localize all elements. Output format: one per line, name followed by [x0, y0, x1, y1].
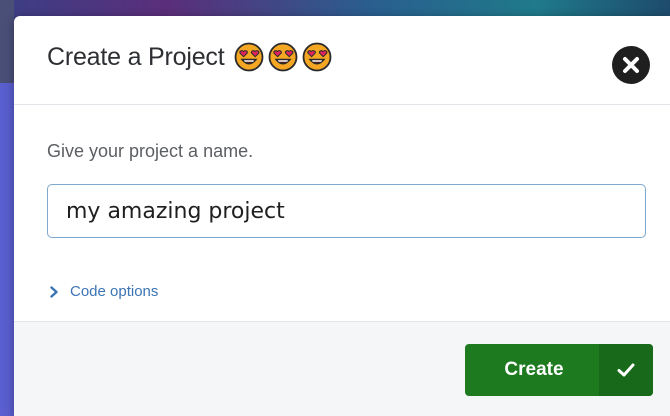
dialog-title: Create a Project: [47, 42, 332, 72]
chevron-right-icon: [50, 285, 58, 298]
project-name-input[interactable]: [47, 184, 646, 238]
create-button-label: Create: [504, 359, 564, 380]
close-icon: [623, 57, 639, 73]
close-button[interactable]: [612, 46, 650, 84]
checkmark-icon: [617, 363, 635, 377]
code-options-toggle[interactable]: Code options: [48, 283, 158, 300]
dialog-body: Give your project a name. Code options: [14, 105, 670, 320]
emoji-group: [234, 42, 332, 72]
project-name-prompt: Give your project a name.: [47, 141, 254, 161]
heart-eyes-emoji-icon: [235, 42, 264, 72]
heart-eyes-emoji-icon: [269, 42, 298, 72]
create-button[interactable]: Create: [465, 344, 653, 396]
create-project-dialog: Create a Project Give your project a nam…: [14, 16, 670, 416]
create-check-section: [599, 344, 653, 396]
background-sidebar-strip: [0, 0, 14, 416]
dialog-title-text: Create a Project: [47, 42, 225, 71]
dialog-header: Create a Project: [14, 16, 670, 105]
code-options-label: Code options: [70, 283, 159, 300]
heart-eyes-emoji-icon: [303, 42, 332, 72]
dialog-footer: Create: [14, 321, 670, 416]
